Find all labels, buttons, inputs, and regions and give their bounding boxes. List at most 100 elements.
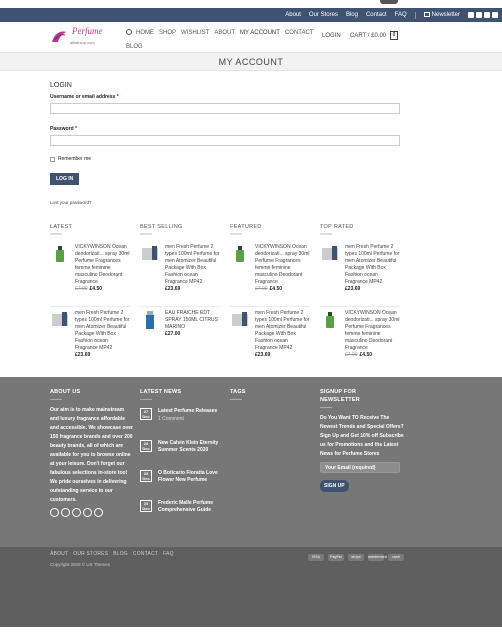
logo-brand: Perfume	[72, 26, 103, 36]
site-header: Perfume allfairsup.com HOME SHOP WISHLIST A…	[0, 22, 502, 52]
footer-link-about[interactable]: ABOUT	[50, 551, 68, 557]
nav-shop[interactable]: SHOP	[159, 26, 176, 40]
product-name[interactable]: VICKYWINSON Ocean deodorizati... spray 3…	[345, 310, 401, 352]
product-image	[236, 246, 244, 262]
header-login-link[interactable]: LOGIN	[322, 33, 341, 39]
cart-link[interactable]: CART / £0.00	[350, 33, 386, 39]
cart-count-badge[interactable]: 0	[390, 31, 398, 40]
news-date-badge: 23 Dec	[140, 500, 152, 512]
product-name[interactable]: men Fresh Perfume 2 types 100ml Perfume …	[75, 310, 131, 352]
instagram-icon[interactable]	[61, 508, 70, 517]
top-link-blog[interactable]: Blog	[346, 12, 358, 18]
nav-wishlist[interactable]: WISHLIST	[181, 26, 209, 40]
nav-my-account[interactable]: MY ACCOUNT	[240, 26, 280, 40]
product-image	[56, 246, 64, 262]
site-logo[interactable]: Perfume allfairsup.com	[50, 26, 118, 48]
top-link-about[interactable]: About	[285, 12, 301, 18]
top-rated-products: TOP RATED men Fresh Perfume 2 types 100m…	[320, 224, 400, 358]
remember-label: Remember me	[58, 156, 92, 162]
remember-checkbox[interactable]	[50, 156, 55, 162]
latest-heading: LATEST	[50, 224, 73, 230]
about-text: Our aim is to make mainstream and luxury…	[50, 407, 134, 503]
email-icon[interactable]	[492, 12, 498, 18]
footer-signup: SIGNUP FOR NEWSLETTER Do You Want TO Rec…	[320, 388, 404, 492]
signup-heading: SIGNUP FOR NEWSLETTER	[320, 389, 360, 403]
product-name[interactable]: men Fresh Perfume 2 types 100ml Perfume …	[255, 310, 311, 352]
email-icon[interactable]	[83, 508, 92, 517]
news-title[interactable]: New Calvin Klein Eternity Summer Scents …	[158, 440, 218, 453]
header-account-cart: LOGIN CART / £0.00 0	[322, 31, 398, 40]
footer-link-faq[interactable]: FAQ	[163, 551, 174, 557]
product-price: £7.00 £4.50	[255, 286, 283, 292]
divider	[230, 306, 310, 307]
divider	[320, 306, 400, 307]
product-price: £27.00	[165, 331, 181, 337]
news-title[interactable]: Frederic Malle Perfume Comprehensive Gui…	[158, 500, 213, 513]
product-name[interactable]: men Fresh Perfume 2 types 100ml Perfume …	[165, 244, 221, 286]
envelope-icon	[423, 11, 430, 17]
product-name[interactable]: VICKYWINSON Ocean deodorizati... spray 3…	[75, 244, 131, 286]
password-label: Password *	[50, 126, 77, 132]
nav-home[interactable]: HOME	[136, 26, 154, 40]
facebook-icon[interactable]	[468, 12, 474, 18]
featured-products: FEATURED VICKYWINSON Ocean deodorizati..…	[230, 224, 310, 358]
cash-icon: cash	[388, 554, 404, 561]
lost-password-link[interactable]: Lost your password?	[50, 200, 92, 205]
footer-social	[50, 508, 134, 517]
news-title[interactable]: O Boticario Floratta Love Flower New Per…	[158, 470, 218, 483]
footer-link-contact[interactable]: CONTACT	[133, 551, 158, 557]
divider	[50, 306, 130, 307]
topbar-edge	[380, 0, 398, 4]
news-title[interactable]: Latest Perfume Releases	[158, 408, 217, 414]
tags-heading: TAGS	[230, 389, 246, 395]
top-link-stores[interactable]: Our Stores	[309, 12, 338, 18]
footer-link-blog[interactable]: BLOG	[113, 551, 128, 557]
product-price: £23.69	[255, 352, 271, 358]
divider	[320, 233, 332, 235]
divider	[140, 306, 220, 307]
product-image	[326, 312, 334, 328]
footer-about: ABOUT US Our aim is to make mainstream a…	[50, 388, 134, 517]
product-name[interactable]: men Fresh Perfume 2 types 100ml Perfume …	[345, 244, 401, 286]
instagram-icon[interactable]	[476, 12, 482, 18]
news-comments[interactable]: 1 Comment	[158, 416, 224, 423]
search-icon[interactable]	[126, 29, 132, 35]
newsletter-link[interactable]: Newsletter	[423, 11, 460, 19]
product-image	[232, 312, 248, 326]
divider	[50, 233, 62, 235]
facebook-icon[interactable]	[50, 508, 59, 517]
footer-link-stores[interactable]: OUR STORES	[73, 551, 108, 557]
password-input[interactable]	[50, 135, 400, 146]
login-button[interactable]: LOG IN	[50, 173, 80, 185]
login-heading: LOGIN	[50, 82, 72, 89]
footer-news: LATEST NEWS 27 Dec Latest Perfume Release…	[140, 388, 224, 513]
news-date-badge: 23 Dec	[140, 470, 152, 482]
signup-button[interactable]: SIGN UP	[320, 480, 349, 492]
pinterest-icon[interactable]	[94, 508, 103, 517]
divider	[414, 11, 416, 19]
visa-icon: VISA	[308, 554, 324, 561]
newsletter-label: Newsletter	[431, 12, 460, 19]
username-label: Username or email address *	[50, 94, 119, 100]
footer-tags: TAGS	[230, 388, 314, 406]
twitter-icon[interactable]	[72, 508, 81, 517]
twitter-icon[interactable]	[484, 12, 490, 18]
newsletter-email-input[interactable]: Your Email (required)	[320, 462, 400, 473]
nav-about[interactable]: ABOUT	[214, 26, 235, 40]
divider	[140, 399, 152, 400]
login-form: LOGIN Username or email address * Passwo…	[50, 82, 400, 209]
top-link-contact[interactable]: Contact	[366, 12, 387, 18]
site-footer: ABOUT US Our aim is to make mainstream a…	[0, 377, 502, 547]
divider	[230, 233, 242, 235]
product-image	[146, 311, 154, 329]
product-name[interactable]: EAU FRAICHE EDT SPRAY 150ML CITRUS MARIN…	[165, 310, 221, 331]
news-heading: LATEST NEWS	[140, 389, 182, 395]
main-nav: HOME SHOP WISHLIST ABOUT MY ACCOUNT CONTACT BL…	[126, 26, 326, 54]
latest-products: LATEST VICKYWINSON Ocean deodorizati... …	[50, 224, 130, 358]
nav-contact[interactable]: CONTACT	[285, 26, 314, 40]
news-date-badge: 23 Dec	[140, 440, 152, 452]
top-link-faq[interactable]: FAQ	[395, 12, 407, 18]
footer-bottom: ABOUT OUR STORES BLOG CONTACT FAQ Copyri…	[0, 547, 502, 627]
product-name[interactable]: VICKYWINSON Ocean deodorizati... spray 3…	[255, 244, 311, 286]
username-input[interactable]	[50, 103, 400, 114]
